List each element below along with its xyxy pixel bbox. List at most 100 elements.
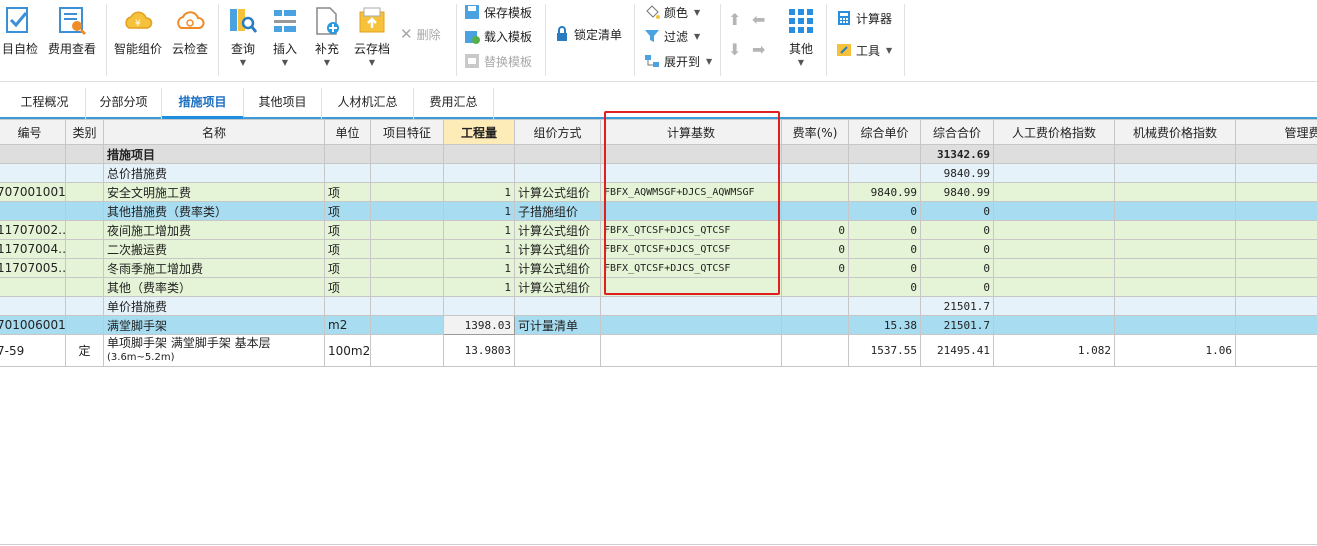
cell-base[interactable]: FBFX_QTCSF+DJCS_QTCSF xyxy=(600,239,782,259)
cell-qty[interactable]: 1398.03 xyxy=(443,315,515,335)
cell-unit[interactable] xyxy=(324,144,371,164)
table-row[interactable]: 701006001 满堂脚手架 m2 1398.03 可计量清单 15.38 21501.7 xyxy=(0,315,1317,335)
cell-code[interactable]: 701006001 xyxy=(0,315,66,335)
cell-rate[interactable]: 0 xyxy=(781,239,849,259)
cell-code[interactable]: 11707002… xyxy=(0,220,66,240)
cell-unit[interactable]: 项 xyxy=(324,220,371,240)
cell-mgmt-idx[interactable] xyxy=(1235,296,1317,316)
cell-type[interactable] xyxy=(65,144,104,164)
cell-unit-price[interactable]: 9840.99 xyxy=(848,182,921,202)
cell-mgmt-idx[interactable] xyxy=(1235,239,1317,259)
smart-price-button[interactable]: ¥ 智能组价 xyxy=(112,0,164,57)
cell-mach-idx[interactable] xyxy=(1114,258,1236,278)
column-header[interactable]: 费率(%) xyxy=(781,119,849,145)
column-header[interactable]: 人工费价格指数 xyxy=(993,119,1115,145)
cell-mgmt-idx[interactable] xyxy=(1235,277,1317,297)
cell-qty[interactable]: 1 xyxy=(443,201,515,221)
supplement-button[interactable]: 补充 ▼ xyxy=(308,0,346,67)
cell-total[interactable]: 21495.41 xyxy=(920,334,994,367)
cell-method[interactable] xyxy=(514,144,601,164)
cell-name[interactable]: 其他（费率类） xyxy=(103,277,325,297)
cell-mach-idx[interactable] xyxy=(1114,144,1236,164)
cell-labor-idx[interactable] xyxy=(993,239,1115,259)
lock-list-button[interactable]: 锁定清单 xyxy=(554,24,622,44)
self-check-button[interactable]: 目自检 xyxy=(0,0,40,57)
cell-mgmt-idx[interactable] xyxy=(1235,258,1317,278)
cell-labor-idx[interactable] xyxy=(993,277,1115,297)
cell-name[interactable]: 单价措施费 xyxy=(103,296,325,316)
cell-qty[interactable] xyxy=(443,296,515,316)
table-row[interactable]: 7-59定单项脚手架 满堂脚手架 基本层 (3.6m~5.2m) 100m2 13.9… xyxy=(0,334,1317,367)
cell-rate[interactable]: 0 xyxy=(781,220,849,240)
color-button[interactable]: 颜色 ▼ xyxy=(644,2,700,22)
column-header[interactable]: 机械费价格指数 xyxy=(1114,119,1236,145)
delete-button[interactable]: ✕ 删除 xyxy=(400,24,441,44)
cell-method[interactable]: 计算公式组价 xyxy=(514,220,601,240)
cell-labor-idx[interactable] xyxy=(993,163,1115,183)
cell-method[interactable]: 子措施组价 xyxy=(514,201,601,221)
cell-total[interactable]: 0 xyxy=(920,220,994,240)
cell-base[interactable] xyxy=(600,163,782,183)
table-row[interactable]: 单价措施费 21501.7 xyxy=(0,296,1317,316)
cell-unit-price[interactable] xyxy=(848,144,921,164)
cell-mach-idx[interactable] xyxy=(1114,315,1236,335)
table-row[interactable]: 11707005… 冬雨季施工增加费项 1计算公式组价FBFX_QTCSF+DJCS… xyxy=(0,258,1317,278)
cell-mach-idx[interactable]: 1.06 xyxy=(1114,334,1236,367)
replace-template-button[interactable]: 替换模板 xyxy=(464,51,532,71)
cell-feature[interactable] xyxy=(370,182,444,202)
cell-code[interactable] xyxy=(0,296,66,316)
cell-unit[interactable] xyxy=(324,163,371,183)
cell-unit[interactable]: 项 xyxy=(324,201,371,221)
cell-code[interactable] xyxy=(0,163,66,183)
cell-feature[interactable] xyxy=(370,258,444,278)
cell-feature[interactable] xyxy=(370,239,444,259)
cell-name[interactable]: 夜间施工增加费 xyxy=(103,220,325,240)
cell-unit[interactable]: 项 xyxy=(324,239,371,259)
cell-rate[interactable] xyxy=(781,334,849,367)
cell-base[interactable]: FBFX_QTCSF+DJCS_QTCSF xyxy=(600,220,782,240)
cell-labor-idx[interactable]: 1.082 xyxy=(993,334,1115,367)
tab-other-items[interactable]: 其他项目 xyxy=(244,88,322,119)
column-header-quantity[interactable]: 工程量 xyxy=(443,119,515,145)
cell-method[interactable]: 计算公式组价 xyxy=(514,182,601,202)
cell-unit[interactable]: 项 xyxy=(324,182,371,202)
cell-rate[interactable] xyxy=(781,201,849,221)
cell-base[interactable] xyxy=(600,296,782,316)
cell-qty[interactable] xyxy=(443,144,515,164)
cell-rate[interactable] xyxy=(781,315,849,335)
calculator-button[interactable]: 计算器 xyxy=(836,8,892,28)
cell-mach-idx[interactable] xyxy=(1114,220,1236,240)
cell-total[interactable]: 0 xyxy=(920,201,994,221)
tools-button[interactable]: 工具 ▼ xyxy=(836,40,892,60)
cell-unit[interactable]: 100m2 xyxy=(324,334,371,367)
cell-qty[interactable]: 13.9803 xyxy=(443,334,515,367)
cell-qty[interactable]: 1 xyxy=(443,220,515,240)
cell-code[interactable]: 11707004… xyxy=(0,239,66,259)
cell-method[interactable]: 可计量清单 xyxy=(514,315,601,335)
column-header[interactable]: 项目特征 xyxy=(370,119,444,145)
cell-type[interactable] xyxy=(65,315,104,335)
column-header[interactable]: 综合合价 xyxy=(920,119,994,145)
cell-rate[interactable] xyxy=(781,144,849,164)
cell-labor-idx[interactable] xyxy=(993,315,1115,335)
cell-name[interactable]: 冬雨季施工增加费 xyxy=(103,258,325,278)
cell-rate[interactable] xyxy=(781,182,849,202)
move-up-icon[interactable]: ⬆ xyxy=(728,10,741,29)
table-row[interactable]: 其他措施费（费率类）项 1 子措施组价 0 0 xyxy=(0,201,1317,221)
table-row[interactable]: 11707002… 夜间施工增加费项 1计算公式组价FBFX_QTCSF+DJCS_… xyxy=(0,220,1317,240)
cell-unit[interactable]: 项 xyxy=(324,277,371,297)
tab-resource-summary[interactable]: 人材机汇总 xyxy=(322,88,414,119)
cell-labor-idx[interactable] xyxy=(993,201,1115,221)
cell-total[interactable]: 31342.69 xyxy=(920,144,994,164)
cell-unit-price[interactable]: 0 xyxy=(848,220,921,240)
cell-code[interactable]: 7-59 xyxy=(0,334,66,367)
cell-unit-price[interactable]: 15.38 xyxy=(848,315,921,335)
cell-type[interactable] xyxy=(65,163,104,183)
cloud-save-button[interactable]: 云存档 ▼ xyxy=(350,0,394,67)
cell-base[interactable] xyxy=(600,315,782,335)
cell-type[interactable] xyxy=(65,296,104,316)
cell-labor-idx[interactable] xyxy=(993,220,1115,240)
cell-method[interactable]: 计算公式组价 xyxy=(514,258,601,278)
cell-name[interactable]: 满堂脚手架 xyxy=(103,315,325,335)
cell-mgmt-idx[interactable] xyxy=(1235,201,1317,221)
